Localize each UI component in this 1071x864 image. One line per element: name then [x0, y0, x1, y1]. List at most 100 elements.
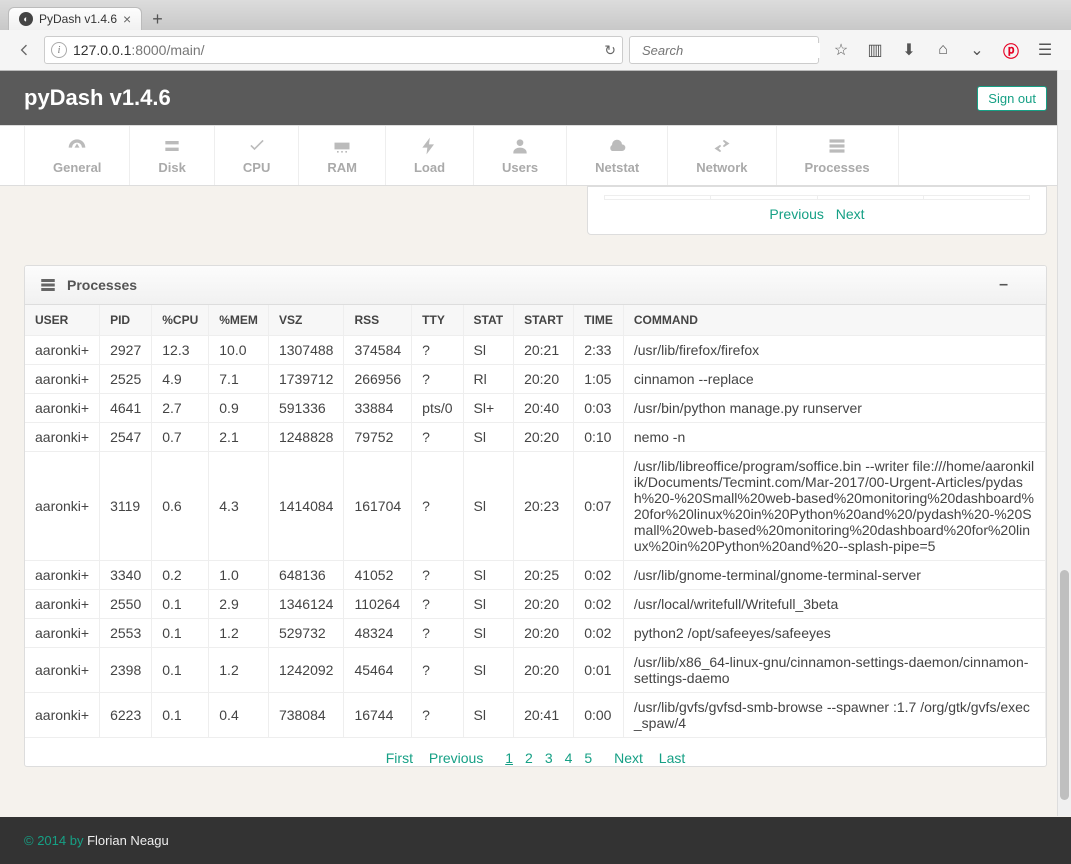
- pager-prev[interactable]: Previous: [429, 750, 483, 766]
- user-icon: [510, 136, 530, 156]
- nav-load[interactable]: Load: [386, 126, 474, 185]
- cell-mem: 7.1: [209, 365, 269, 394]
- cell-stat: Sl: [463, 561, 514, 590]
- pager-page-5[interactable]: 5: [584, 750, 592, 766]
- url-bar[interactable]: i 127.0.0.1:8000/main/ ↻: [44, 36, 623, 64]
- cell-pid: 4641: [100, 394, 152, 423]
- cell-cmd: /usr/bin/python manage.py runserver: [623, 394, 1045, 423]
- pager-next[interactable]: Next: [614, 750, 643, 766]
- app-header: pyDash v1.4.6 Sign out: [0, 71, 1071, 125]
- cell-start: 20:41: [514, 693, 574, 738]
- nav-disk[interactable]: Disk: [130, 126, 214, 185]
- table-row: aaronki+23980.11.2124209245464?Sl20:200:…: [25, 648, 1046, 693]
- upper-pager-prev[interactable]: Previous: [769, 206, 823, 222]
- cell-user: aaronki+: [25, 561, 100, 590]
- cell-stat: Sl: [463, 648, 514, 693]
- cell-stat: Sl: [463, 452, 514, 561]
- back-button[interactable]: [10, 37, 38, 63]
- browser-search-input[interactable]: [642, 43, 820, 58]
- col-command[interactable]: COMMAND: [623, 305, 1045, 336]
- scrollbar[interactable]: [1057, 70, 1071, 816]
- nav-users[interactable]: Users: [474, 126, 567, 185]
- processes-heading: Processes –: [25, 266, 1046, 305]
- nav-label: CPU: [243, 160, 270, 175]
- cell-user: aaronki+: [25, 648, 100, 693]
- signout-button[interactable]: Sign out: [977, 86, 1047, 111]
- col-rss[interactable]: RSS: [344, 305, 412, 336]
- browser-search[interactable]: [629, 36, 819, 64]
- processes-tbody: aaronki+292712.310.01307488374584?Sl20:2…: [25, 336, 1046, 738]
- pager-page-1[interactable]: 1: [505, 750, 513, 766]
- identity-icon[interactable]: i: [51, 42, 67, 58]
- cell-time: 0:03: [574, 394, 624, 423]
- col-time[interactable]: TIME: [574, 305, 624, 336]
- pinterest-icon[interactable]: ⓟ: [1001, 40, 1021, 60]
- cell-start: 20:25: [514, 561, 574, 590]
- cell-vsz: 1242092: [268, 648, 344, 693]
- processes-thead: USERPID%CPU%MEMVSZRSSTTYSTATSTARTTIMECOM…: [25, 305, 1046, 336]
- table-row: aaronki+25254.97.11739712266956?Rl20:201…: [25, 365, 1046, 394]
- url-path: /main/: [166, 42, 204, 58]
- tab-close-icon[interactable]: ×: [123, 12, 131, 26]
- processes-panel: Processes – USERPID%CPU%MEMVSZRSSTTYSTAT…: [24, 265, 1047, 767]
- pager-first[interactable]: First: [386, 750, 413, 766]
- cell-time: 0:10: [574, 423, 624, 452]
- nav-processes[interactable]: Processes: [777, 126, 899, 185]
- cell-vsz: 648136: [268, 561, 344, 590]
- table-row: aaronki+33400.21.064813641052?Sl20:250:0…: [25, 561, 1046, 590]
- cell-tty: ?: [412, 336, 463, 365]
- nav-netstat[interactable]: Netstat: [567, 126, 668, 185]
- reload-icon[interactable]: ↻: [604, 42, 616, 59]
- cell-start: 20:40: [514, 394, 574, 423]
- scrollbar-thumb[interactable]: [1060, 570, 1069, 800]
- cell-cpu: 0.1: [152, 590, 209, 619]
- pager-last[interactable]: Last: [659, 750, 685, 766]
- nav-label: General: [53, 160, 101, 175]
- cell-tty: ?: [412, 590, 463, 619]
- browser-tab[interactable]: ◐ PyDash v1.4.6 ×: [8, 7, 142, 30]
- pager-page-4[interactable]: 4: [565, 750, 573, 766]
- footer: © 2014 by Florian Neagu: [0, 817, 1071, 864]
- home-icon[interactable]: ⌂: [933, 40, 953, 60]
- cell-stat: Sl: [463, 336, 514, 365]
- bookmark-star-icon[interactable]: ☆: [831, 40, 851, 60]
- cell-rss: 33884: [344, 394, 412, 423]
- col-vsz[interactable]: VSZ: [268, 305, 344, 336]
- cell-tty: ?: [412, 648, 463, 693]
- pager-page-2[interactable]: 2: [525, 750, 533, 766]
- library-icon[interactable]: ▥: [865, 40, 885, 60]
- cell-start: 20:20: [514, 423, 574, 452]
- collapse-toggle[interactable]: –: [999, 276, 1032, 294]
- cell-pid: 3340: [100, 561, 152, 590]
- menu-icon[interactable]: ☰: [1035, 40, 1055, 60]
- cell-pid: 2398: [100, 648, 152, 693]
- pocket-icon[interactable]: ⌄: [967, 40, 987, 60]
- nav-general[interactable]: General: [24, 126, 130, 185]
- cell-pid: 3119: [100, 452, 152, 561]
- cell-vsz: 591336: [268, 394, 344, 423]
- cell-rss: 266956: [344, 365, 412, 394]
- col-pid[interactable]: PID: [100, 305, 152, 336]
- pager-page-3[interactable]: 3: [545, 750, 553, 766]
- processes-table: USERPID%CPU%MEMVSZRSSTTYSTATSTARTTIMECOM…: [25, 305, 1046, 738]
- upper-pager-next[interactable]: Next: [836, 206, 865, 222]
- downloads-icon[interactable]: ⬇: [899, 40, 919, 60]
- col-tty[interactable]: TTY: [412, 305, 463, 336]
- col-user[interactable]: USER: [25, 305, 100, 336]
- footer-author-link[interactable]: Florian Neagu: [87, 833, 169, 848]
- cell-rss: 161704: [344, 452, 412, 561]
- url-text: 127.0.0.1:8000/main/: [73, 42, 598, 58]
- nav-network[interactable]: Network: [668, 126, 776, 185]
- col-start[interactable]: START: [514, 305, 574, 336]
- cell-user: aaronki+: [25, 423, 100, 452]
- nav-cpu[interactable]: CPU: [215, 126, 299, 185]
- new-tab-button[interactable]: +: [146, 9, 169, 30]
- nav-label: Load: [414, 160, 445, 175]
- nav-ram[interactable]: RAM: [299, 126, 386, 185]
- cell-user: aaronki+: [25, 365, 100, 394]
- col-mem[interactable]: %MEM: [209, 305, 269, 336]
- cell-mem: 2.1: [209, 423, 269, 452]
- table-row: aaronki+25470.72.1124882879752?Sl20:200:…: [25, 423, 1046, 452]
- col-cpu[interactable]: %CPU: [152, 305, 209, 336]
- col-stat[interactable]: STAT: [463, 305, 514, 336]
